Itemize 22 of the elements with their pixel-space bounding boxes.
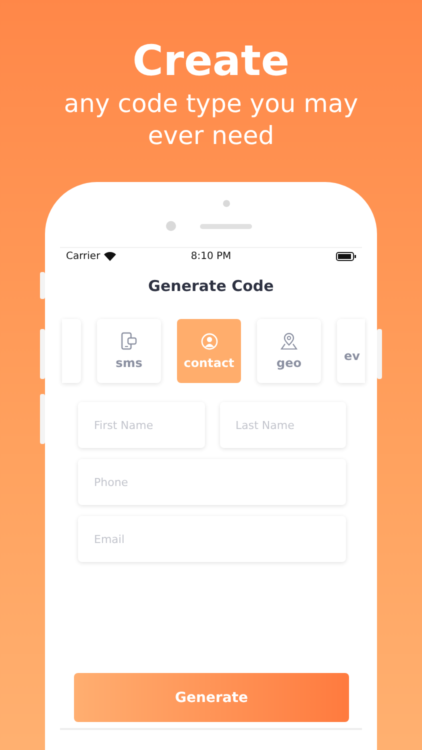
camera-dot <box>166 221 176 231</box>
code-type-tab[interactable]: contact <box>177 319 241 383</box>
status-time: 8:10 PM <box>190 250 232 262</box>
code-type-tab[interactable]: ev <box>337 319 365 383</box>
screen-title: Generate Code <box>147 277 275 295</box>
headline: Create <box>132 36 290 86</box>
phone-message-icon <box>121 332 137 350</box>
person-icon <box>200 332 218 350</box>
sensor-dot <box>223 200 230 207</box>
wifi-icon <box>104 252 116 260</box>
carrier-label: Carrier <box>66 250 100 262</box>
speaker-grille <box>200 224 252 229</box>
battery-icon <box>336 252 356 260</box>
input-field[interactable]: Last Name <box>220 402 346 448</box>
code-type-tab[interactable]: sms <box>97 319 161 383</box>
map-pin-icon <box>280 332 298 350</box>
input-field[interactable]: Email <box>78 516 346 562</box>
input-field[interactable]: First Name <box>78 402 204 448</box>
code-type-tab[interactable]: geo <box>257 319 321 383</box>
generate-button[interactable]: Generate <box>74 673 349 722</box>
subheadline: any code type you may ever need <box>62 88 360 152</box>
input-field[interactable]: Phone <box>78 459 346 505</box>
